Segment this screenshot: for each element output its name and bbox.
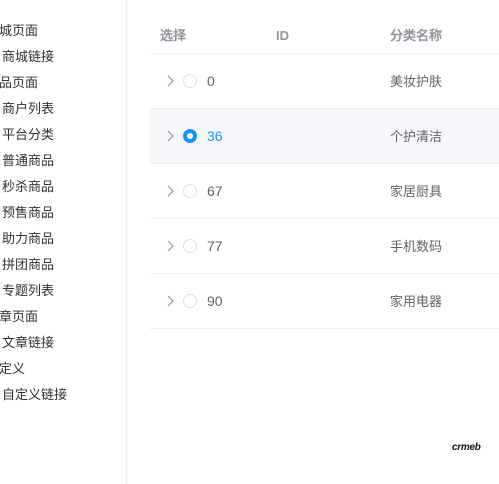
sidebar-item-article-page[interactable]: 章页面 xyxy=(0,304,38,330)
radio-button[interactable] xyxy=(183,294,197,308)
radio-button[interactable] xyxy=(183,184,197,198)
sidebar-item-custom-link[interactable]: 自定义链接 xyxy=(2,382,67,408)
row-category-name: 家居厨具 xyxy=(390,184,443,199)
radio-button[interactable] xyxy=(183,74,197,88)
sidebar-item-merchant-list[interactable]: 商户列表 xyxy=(2,96,54,122)
sidebar-item-normal-products[interactable]: 普通商品 xyxy=(2,148,54,174)
header-id: ID xyxy=(276,28,289,43)
sidebar-item-mall-page[interactable]: 城页面 xyxy=(0,18,38,44)
chevron-right-icon[interactable] xyxy=(165,129,177,143)
table-row[interactable]: 67 家居厨具 xyxy=(150,164,499,219)
table-row[interactable]: 36 个护清洁 xyxy=(150,109,499,164)
header-select: 选择 xyxy=(160,28,187,43)
chevron-right-icon[interactable] xyxy=(165,184,177,198)
radio-button[interactable] xyxy=(183,129,197,143)
sidebar-item-group-buy[interactable]: 拼团商品 xyxy=(2,252,54,278)
sidebar-item-assist[interactable]: 助力商品 xyxy=(2,226,54,252)
row-category-name: 家用电器 xyxy=(390,294,443,309)
sidebar-menu: 城页面 商城链接 品页面 商户列表 平台分类 普通商品 秒杀商品 预售商品 助力… xyxy=(0,0,127,484)
chevron-right-icon[interactable] xyxy=(165,74,177,88)
chevron-right-icon[interactable] xyxy=(165,294,177,308)
row-id: 77 xyxy=(207,238,223,254)
sidebar-item-article-link[interactable]: 文章链接 xyxy=(2,330,54,356)
row-id: 0 xyxy=(207,73,215,89)
row-category-name: 手机数码 xyxy=(390,239,443,254)
row-category-name: 个护清洁 xyxy=(390,129,443,144)
sidebar-item-custom[interactable]: 定义 xyxy=(0,356,25,382)
chevron-right-icon[interactable] xyxy=(165,239,177,253)
sidebar-item-mall-link[interactable]: 商城链接 xyxy=(2,44,54,70)
sidebar-item-topic-list[interactable]: 专题列表 xyxy=(2,278,54,304)
sidebar-item-flash-sale[interactable]: 秒杀商品 xyxy=(2,174,54,200)
row-id: 36 xyxy=(207,128,223,144)
table-row[interactable]: 77 手机数码 xyxy=(150,219,499,274)
sidebar-item-platform-category[interactable]: 平台分类 xyxy=(2,122,54,148)
row-id: 90 xyxy=(207,293,223,309)
sidebar-item-presale[interactable]: 预售商品 xyxy=(2,200,54,226)
crmeb-logo: crmeb xyxy=(452,442,481,453)
table-row[interactable]: 90 家用电器 xyxy=(150,274,499,329)
sidebar-item-product-page[interactable]: 品页面 xyxy=(0,70,38,96)
category-table: 选择 ID 分类名称 0 美妆护肤 36 个护清洁 67 家居厨具 77 手机数… xyxy=(150,18,499,329)
row-id: 67 xyxy=(207,183,223,199)
table-row[interactable]: 0 美妆护肤 xyxy=(150,54,499,109)
table-header: 选择 ID 分类名称 xyxy=(150,18,499,54)
row-category-name: 美妆护肤 xyxy=(390,74,443,89)
radio-button[interactable] xyxy=(183,239,197,253)
header-name: 分类名称 xyxy=(390,28,443,43)
